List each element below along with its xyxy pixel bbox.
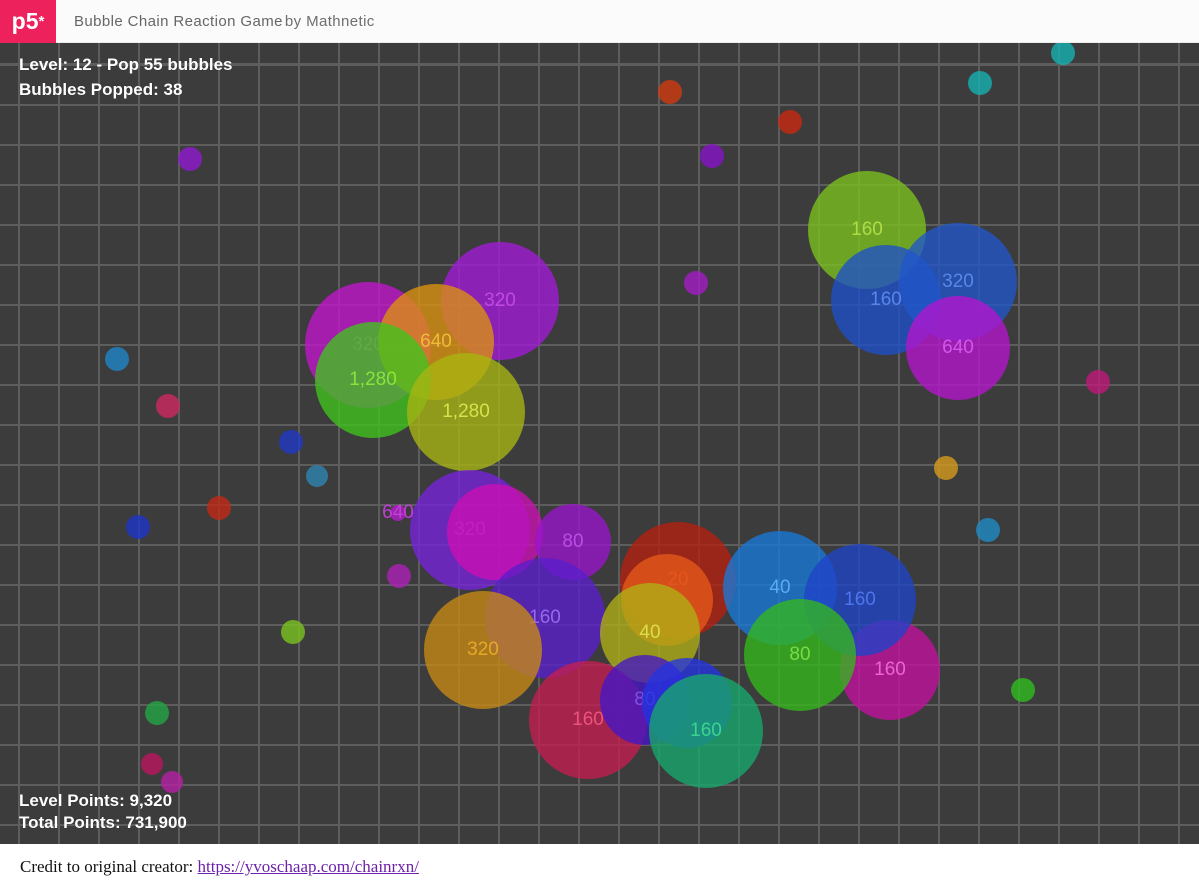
bubble[interactable]	[934, 456, 958, 480]
bubble-points-label: 160	[874, 659, 906, 681]
bubble[interactable]	[306, 465, 328, 487]
bubble-points-label: 1,280	[442, 401, 490, 423]
bubble[interactable]	[778, 110, 802, 134]
bubble-points-label: 160	[844, 589, 876, 611]
bubble[interactable]	[700, 144, 724, 168]
bubble-points-label: 160	[572, 709, 604, 731]
p5js-logo[interactable]: p5*	[0, 0, 56, 43]
bubble[interactable]	[968, 71, 992, 95]
credit-link[interactable]: https://yvoschaap.com/chainrxn/	[198, 857, 419, 876]
bubble-points-label: 320	[484, 290, 516, 312]
bubble-points-label: 40	[769, 577, 790, 599]
total-points-text: Total Points: 731,900	[19, 812, 187, 834]
bubble[interactable]: 80	[744, 599, 856, 711]
bubble[interactable]	[126, 515, 150, 539]
bubble[interactable]: 160	[649, 674, 763, 788]
level-points-text: Level Points: 9,320	[19, 790, 187, 812]
bubble-points-label: 40	[639, 622, 660, 644]
bubble[interactable]	[1051, 43, 1075, 65]
bubble-points-label: 80	[789, 644, 810, 666]
app-window: p5* Bubble Chain Reaction Game by Mathne…	[0, 0, 1199, 889]
hud-top: Level: 12 - Pop 55 bubbles Bubbles Poppe…	[19, 52, 233, 102]
credit-text: Credit to original creator:	[20, 857, 198, 876]
sketch-title: Bubble Chain Reaction Game	[74, 13, 283, 30]
bubble[interactable]: 640	[390, 505, 406, 521]
bubble[interactable]	[207, 496, 231, 520]
bubble-points-label: 160	[870, 289, 902, 311]
hud-bottom: Level Points: 9,320 Total Points: 731,90…	[19, 790, 187, 834]
bubble-points-label: 160	[690, 720, 722, 742]
bubble[interactable]	[156, 394, 180, 418]
game-canvas[interactable]: 3203206401,2801,280160160320640320801603…	[0, 43, 1199, 844]
bubble[interactable]	[1086, 370, 1110, 394]
bubble[interactable]	[387, 564, 411, 588]
bubble[interactable]	[1011, 678, 1035, 702]
bubble-points-label: 160	[851, 219, 883, 241]
bubble[interactable]: 640	[906, 296, 1010, 400]
bubble[interactable]	[281, 620, 305, 644]
bubble-points-label: 640	[420, 331, 452, 353]
app-header: p5* Bubble Chain Reaction Game by Mathne…	[0, 0, 1199, 43]
p5js-logo-text: p5	[12, 10, 39, 33]
bubble[interactable]	[145, 701, 169, 725]
bubble[interactable]	[976, 518, 1000, 542]
bubble-points-label: 320	[942, 271, 974, 293]
bubble[interactable]	[178, 147, 202, 171]
p5js-logo-asterisk: *	[39, 14, 45, 29]
sketch-author: by Mathnetic	[285, 13, 375, 30]
bubble-points-label: 80	[562, 531, 583, 553]
bubble-points-label: 640	[942, 337, 974, 359]
credit-footer: Credit to original creator: https://yvos…	[0, 844, 1199, 889]
bubble[interactable]: 1,280	[407, 353, 525, 471]
bubble-points-label: 640	[382, 502, 414, 524]
bubble-points-label: 320	[467, 639, 499, 661]
bubble[interactable]	[105, 347, 129, 371]
bubble[interactable]	[279, 430, 303, 454]
bubble[interactable]	[658, 80, 682, 104]
bubble-points-label: 1,280	[349, 369, 397, 391]
bubbles-popped-text: Bubbles Popped: 38	[19, 77, 233, 102]
level-objective-text: Level: 12 - Pop 55 bubbles	[19, 52, 233, 77]
bubble[interactable]	[141, 753, 163, 775]
bubble[interactable]	[684, 271, 708, 295]
bubble[interactable]: 320	[424, 591, 542, 709]
